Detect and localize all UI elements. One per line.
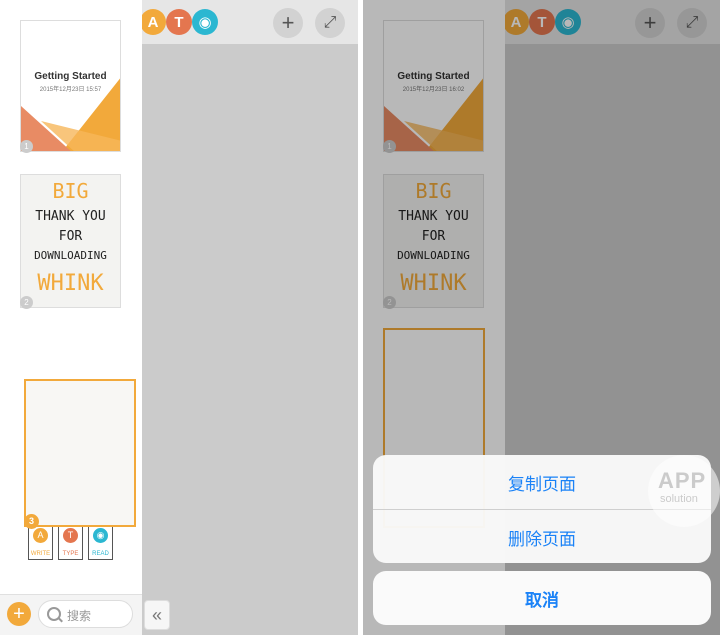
write-mini: A WRITE <box>28 524 53 560</box>
pencil-icon[interactable]: A <box>140 9 166 35</box>
page-sidebar: Getting Started 2015年12月23日 15:57 1 BIG … <box>0 0 142 635</box>
page-number-3: 3 <box>24 514 39 529</box>
search-icon <box>47 607 61 621</box>
text-icon[interactable]: T <box>166 9 192 35</box>
search-input[interactable]: 搜索 <box>38 600 133 628</box>
page-title: Getting Started <box>34 71 107 82</box>
page-number-1: 1 <box>20 140 33 153</box>
type-mini: T TYPE <box>58 524 83 560</box>
page-date: 2015年12月23日 15:57 <box>39 87 102 93</box>
cancel-button[interactable]: 取消 <box>373 571 711 625</box>
page-canvas[interactable] <box>142 44 358 635</box>
watermark-logo: APP <box>658 468 707 493</box>
type-label: TYPE <box>62 551 79 557</box>
add-page-button[interactable]: + <box>273 8 303 38</box>
read-label: READ <box>92 551 109 557</box>
right-screen: A T ◉ + ⤢ Getting Started 2015年12月23日 16… <box>363 0 720 635</box>
write-label: WRITE <box>30 551 51 557</box>
page-thumbnail-2[interactable]: BIG THANK YOU FOR DOWNLOADING WHINK <box>20 174 121 308</box>
text-icon: T <box>63 528 78 543</box>
read-mini: ◉ READ <box>88 524 113 560</box>
whink-text: WHINK <box>37 271 104 296</box>
left-screen: A T ◉ + ⤢ Getting Started 2015年12月23日 15… <box>0 0 358 635</box>
downloading-text: DOWNLOADING <box>34 249 107 262</box>
watermark-sub: solution <box>660 493 698 505</box>
search-placeholder: 搜索 <box>67 609 92 623</box>
dragged-page[interactable] <box>24 379 136 527</box>
eye-icon: ◉ <box>93 528 108 543</box>
expand-button[interactable]: ⤢ <box>315 8 345 38</box>
page-number-2: 2 <box>20 296 33 309</box>
thanks-text: THANK YOU <box>35 209 106 224</box>
page-3-content: A WRITE T TYPE ◉ READ <box>28 524 118 564</box>
for-text: FOR <box>58 229 83 244</box>
collapse-sidebar-button[interactable]: « <box>144 600 170 630</box>
pencil-icon: A <box>33 528 48 543</box>
big-text: BIG <box>52 179 89 203</box>
add-note-button[interactable]: + <box>7 602 31 626</box>
bottom-bar: + 搜索 <box>0 594 142 635</box>
page-thumbnail-1[interactable]: Getting Started 2015年12月23日 15:57 <box>20 20 121 152</box>
eye-icon[interactable]: ◉ <box>192 9 218 35</box>
